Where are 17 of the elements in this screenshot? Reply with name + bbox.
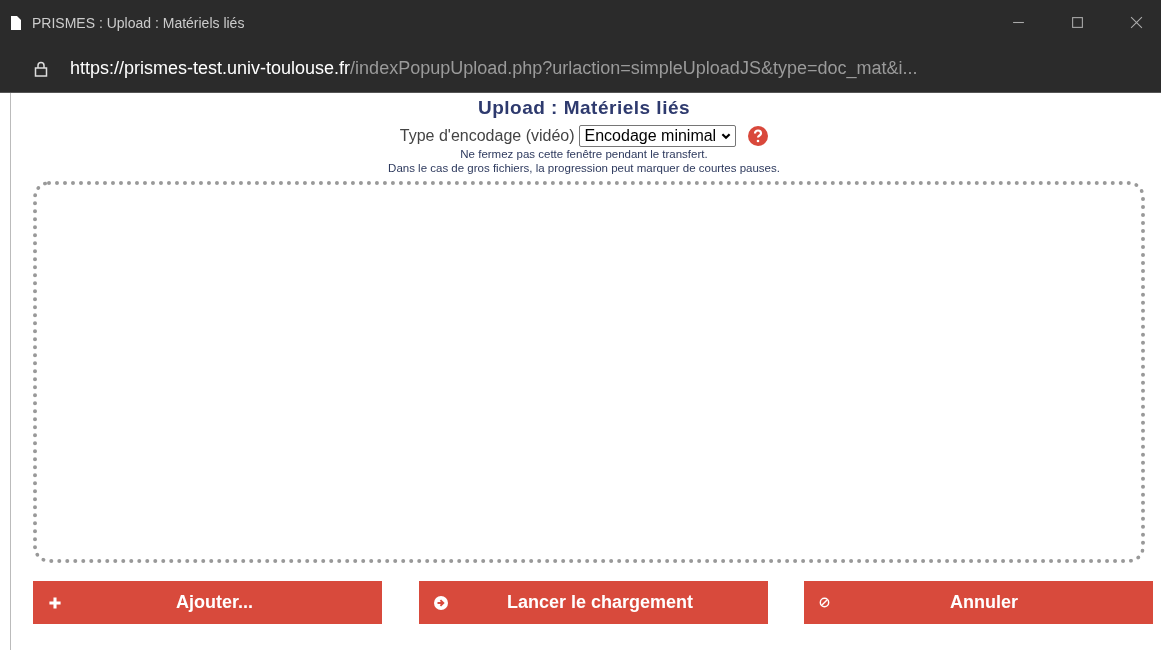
ban-icon: [819, 597, 830, 608]
plus-icon: [48, 595, 62, 610]
page-icon: [10, 14, 22, 31]
encoding-label: Type d'encodage (vidéo): [399, 127, 575, 145]
close-icon[interactable]: [1130, 16, 1143, 29]
window-title: PRISMES : Upload : Matériels liés: [32, 14, 245, 31]
lock-icon: [34, 60, 48, 77]
help-icon[interactable]: [748, 126, 769, 146]
cancel-button[interactable]: Annuler: [804, 581, 1153, 624]
encoding-select[interactable]: Encodage minimal: [578, 125, 737, 147]
maximize-icon[interactable]: [1071, 16, 1084, 29]
page-heading: Upload : Matériels liés: [477, 97, 691, 119]
add-button[interactable]: Ajouter...: [33, 581, 382, 624]
notice-text: Ne fermez pas cette fenêtre pendant le transfert.: [460, 147, 708, 161]
notice-text: Dans le cas de gros fichiers, la progression peut marquer de courtes pauses.: [388, 161, 780, 175]
arrow-circle-icon: [433, 595, 448, 610]
start-upload-button[interactable]: Lancer le chargement: [418, 581, 768, 624]
